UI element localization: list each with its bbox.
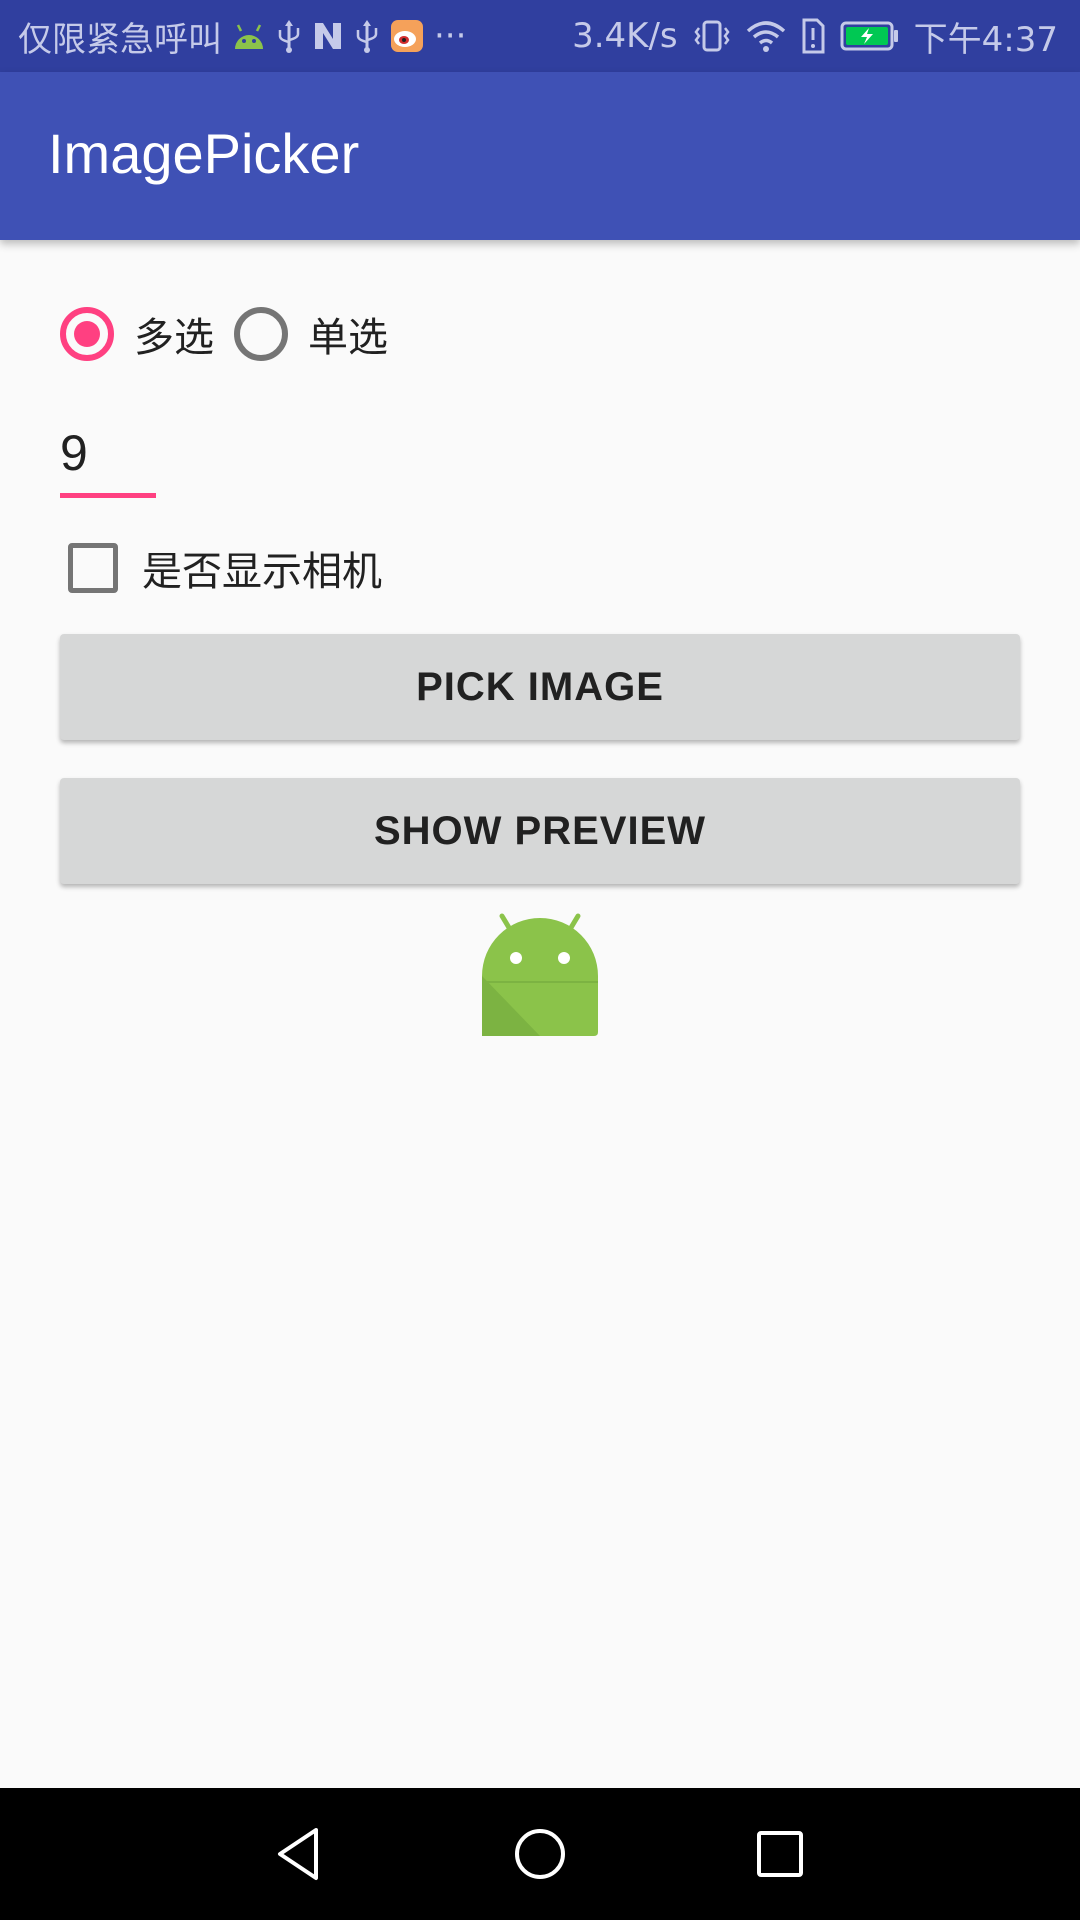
recents-icon[interactable]	[740, 1814, 820, 1894]
show-camera-checkbox[interactable]	[68, 543, 118, 593]
vibrate-icon	[692, 18, 732, 54]
home-icon[interactable]	[500, 1814, 580, 1894]
max-count-input[interactable]: 9	[60, 418, 156, 498]
pick-image-button[interactable]: PICK IMAGE	[60, 634, 1020, 740]
battery-charging-icon	[840, 21, 900, 51]
sim-alert-icon	[800, 18, 826, 54]
status-bar: 仅限紧急呼叫 ··· 3.4K/s 下午4:37	[0, 0, 1080, 72]
carrier-text: 仅限紧急呼叫	[18, 19, 222, 60]
wifi-icon	[746, 19, 786, 53]
network-speed: 3.4K/s	[572, 16, 678, 56]
n-icon	[312, 20, 344, 52]
single-select-label[interactable]: 单选	[308, 305, 388, 363]
show-camera-label[interactable]: 是否显示相机	[142, 539, 382, 597]
status-bar-right: 3.4K/s 下午4:37	[572, 0, 1058, 72]
app-bar: ImagePicker	[0, 72, 1080, 240]
single-select-radio[interactable]	[234, 307, 288, 361]
selection-mode-radio-group: 多选 单选	[60, 302, 408, 366]
multi-select-radio[interactable]	[60, 307, 114, 361]
weibo-icon	[390, 19, 424, 53]
usb-icon	[354, 18, 380, 54]
android-robot-icon	[478, 912, 602, 1036]
clock: 下午4:37	[913, 19, 1058, 60]
status-bar-left: 仅限紧急呼叫 ···	[18, 0, 466, 72]
app-title: ImagePicker	[48, 122, 360, 185]
show-camera-option[interactable]: 是否显示相机	[68, 538, 382, 598]
more-notifications-indicator: ···	[434, 16, 467, 56]
usb-icon	[276, 18, 302, 54]
android-icon	[232, 21, 266, 51]
input-underline	[60, 493, 156, 498]
show-preview-button[interactable]: SHOW PREVIEW	[60, 778, 1020, 884]
navigation-bar	[0, 1788, 1080, 1920]
back-icon[interactable]	[260, 1814, 340, 1894]
max-count-value[interactable]: 9	[60, 424, 88, 482]
multi-select-label[interactable]: 多选	[134, 305, 214, 363]
